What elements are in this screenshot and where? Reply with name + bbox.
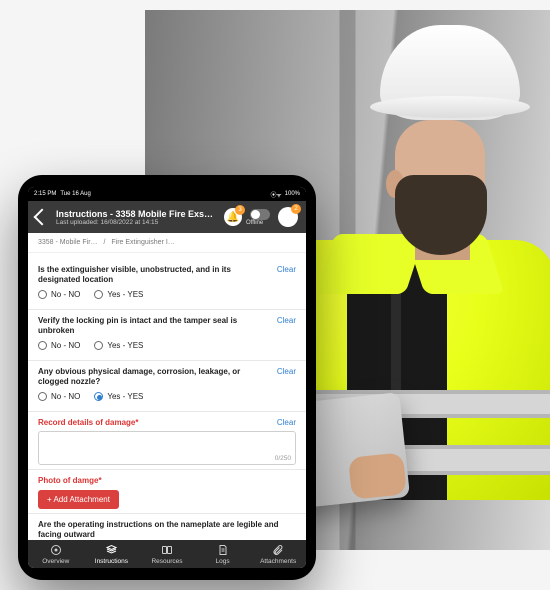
char-count: 0/250 [275, 455, 291, 462]
status-battery: 100% [285, 191, 300, 197]
page-title: Instructions - 3358 Mobile Fire Exstin… [56, 209, 216, 219]
tab-overview[interactable]: Overview [28, 544, 84, 565]
logs-icon [216, 544, 230, 556]
damage-details-input[interactable]: 0/250 [38, 431, 296, 465]
clear-button[interactable]: Clear [277, 418, 296, 427]
q3-no-radio[interactable]: No - NO [38, 392, 80, 401]
clear-button[interactable]: Clear [277, 367, 296, 376]
back-icon[interactable] [34, 209, 51, 226]
bottom-tabbar: Overview Instructions Resources Logs Att… [28, 540, 306, 568]
damage-details-label: Record details of damage* [38, 418, 138, 427]
q1-no-radio[interactable]: No - NO [38, 290, 80, 299]
app-header: Instructions - 3358 Mobile Fire Exstin… … [28, 201, 306, 233]
overview-icon [49, 544, 63, 556]
clear-button[interactable]: Clear [277, 265, 296, 274]
tablet-frame: 2:15 PM Tue 16 Aug ⦿ ᯤ 100% Instructions… [18, 175, 316, 580]
notifications-button[interactable]: 🔔 3 [224, 208, 242, 226]
wifi-icon: ⦿ ᯤ [270, 190, 280, 199]
question-3: Any obvious physical damage, corrosion, … [38, 367, 271, 387]
attachments-icon [271, 544, 285, 556]
tab-attachments[interactable]: Attachments [250, 544, 306, 565]
app-screen: 2:15 PM Tue 16 Aug ⦿ ᯤ 100% Instructions… [28, 187, 306, 568]
breadcrumb-level1[interactable]: 3358 - Mobile Fir… [38, 239, 98, 246]
instructions-icon [104, 544, 118, 556]
resources-icon [160, 544, 174, 556]
q2-no-radio[interactable]: No - NO [38, 341, 80, 350]
avatar[interactable]: 2 [278, 207, 298, 227]
offline-label: Offline [246, 220, 270, 226]
notifications-badge: 3 [235, 205, 245, 215]
add-attachment-button[interactable]: + Add Attachment [38, 490, 119, 509]
avatar-badge: 2 [291, 204, 301, 214]
tab-logs[interactable]: Logs [195, 544, 251, 565]
question-2: Verify the locking pin is intact and the… [38, 316, 271, 336]
tab-resources[interactable]: Resources [139, 544, 195, 565]
form-body: Is the extinguisher visible, unobstructe… [28, 253, 306, 540]
status-time: 2:15 PM [34, 191, 56, 197]
question-4: Are the operating instructions on the na… [38, 520, 296, 540]
breadcrumb: 3358 - Mobile Fir… / Fire Extinguisher I… [28, 233, 306, 253]
device-statusbar: 2:15 PM Tue 16 Aug ⦿ ᯤ 100% [28, 187, 306, 201]
status-date: Tue 16 Aug [60, 191, 90, 197]
breadcrumb-level2[interactable]: Fire Extinguisher I… [111, 239, 174, 246]
q3-yes-radio[interactable]: Yes - YES [94, 392, 143, 401]
damage-photo-label: Photo of damge* [38, 476, 296, 485]
offline-toggle[interactable] [250, 209, 270, 220]
tab-instructions[interactable]: Instructions [84, 544, 140, 565]
page-subtitle: Last uploaded: 16/08/2022 at 14:15 [56, 219, 216, 226]
clear-button[interactable]: Clear [277, 316, 296, 325]
question-1: Is the extinguisher visible, unobstructe… [38, 265, 271, 285]
q1-yes-radio[interactable]: Yes - YES [94, 290, 143, 299]
q2-yes-radio[interactable]: Yes - YES [94, 341, 143, 350]
